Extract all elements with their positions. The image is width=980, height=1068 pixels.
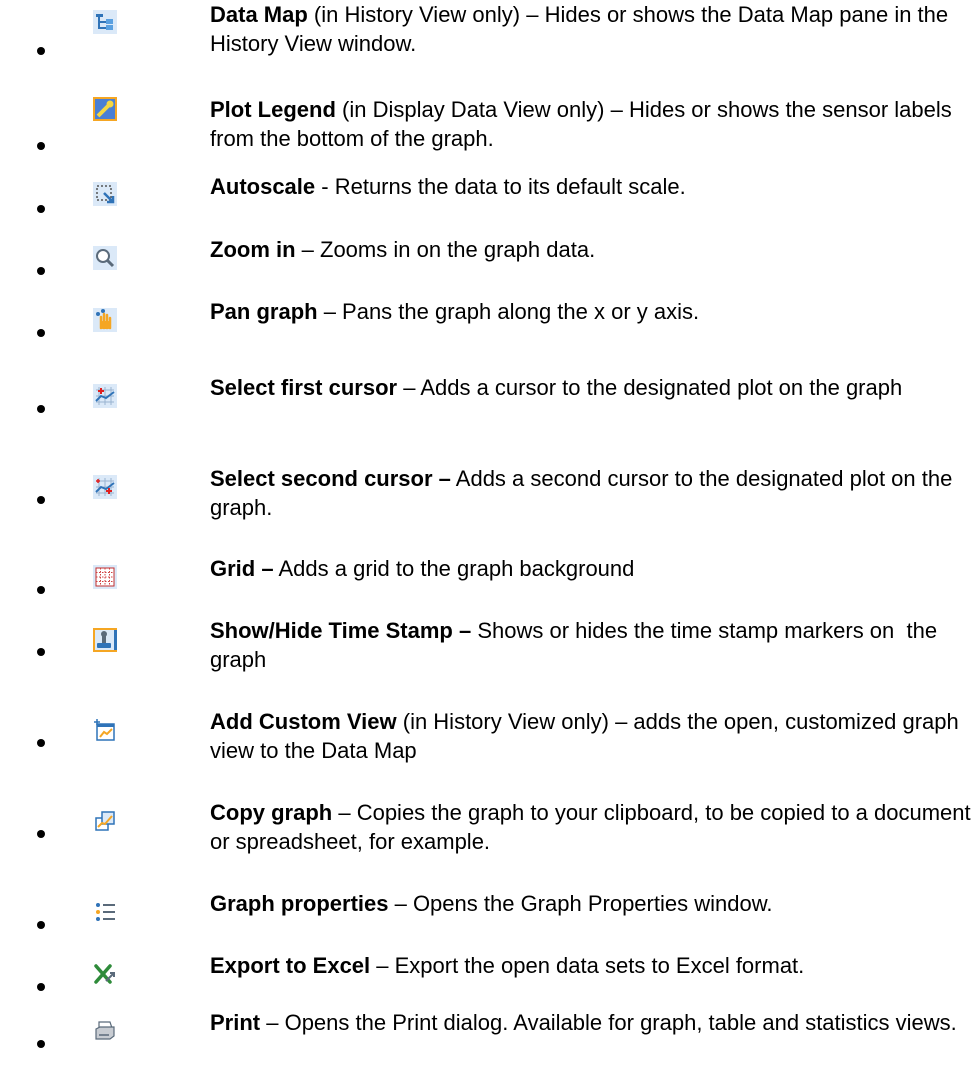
bullet bbox=[37, 1040, 45, 1048]
bullet bbox=[37, 405, 45, 413]
item-title: Pan graph bbox=[210, 299, 318, 324]
add-custom-view-icon bbox=[93, 718, 117, 742]
item-title: Copy graph bbox=[210, 800, 333, 825]
bullet bbox=[37, 329, 45, 337]
item-text: Graph properties – Opens the Graph Prope… bbox=[210, 889, 975, 918]
second-cursor-icon bbox=[93, 475, 117, 499]
item-text: Zoom in – Zooms in on the graph data. bbox=[210, 235, 975, 264]
item-description: – Opens the Print dialog. Available for … bbox=[260, 1010, 957, 1035]
item-text: Select first cursor – Adds a cursor to t… bbox=[210, 373, 975, 402]
item-qualifier: (in Display Data View only) bbox=[335, 97, 611, 122]
item-text: Pan graph – Pans the graph along the x o… bbox=[210, 297, 975, 326]
item-text: Autoscale - Returns the data to its defa… bbox=[210, 172, 975, 201]
item-description: – Export the open data sets to Excel for… bbox=[370, 953, 805, 978]
item-text: Grid – Adds a grid to the graph backgrou… bbox=[210, 554, 975, 583]
item-title: Autoscale bbox=[210, 174, 316, 199]
item-title: Graph properties bbox=[210, 891, 389, 916]
item-text: Copy graph – Copies the graph to your cl… bbox=[210, 798, 975, 856]
item-text: Export to Excel – Export the open data s… bbox=[210, 951, 975, 980]
item-description: – Pans the graph along the x or y axis. bbox=[317, 299, 700, 324]
autoscale-icon bbox=[93, 182, 117, 206]
item-title: Show/Hide Time Stamp – bbox=[210, 618, 472, 643]
item-text: Data Map (in History View only) – Hides … bbox=[210, 0, 975, 58]
item-qualifier: (in History View only) bbox=[307, 2, 527, 27]
bullet bbox=[37, 830, 45, 838]
item-text: Print – Opens the Print dialog. Availabl… bbox=[210, 1008, 975, 1037]
item-qualifier: (in History View only) bbox=[396, 709, 616, 734]
item-description: – Zooms in on the graph data. bbox=[295, 237, 596, 262]
bullet bbox=[37, 47, 45, 55]
bullet bbox=[37, 586, 45, 594]
item-description: – Adds a cursor to the designated plot o… bbox=[397, 375, 903, 400]
item-title: Export to Excel bbox=[210, 953, 371, 978]
item-description: - Returns the data to its default scale. bbox=[315, 174, 686, 199]
item-title: Zoom in bbox=[210, 237, 296, 262]
plot-legend-icon bbox=[93, 97, 117, 121]
item-description: – Opens the Graph Properties window. bbox=[388, 891, 773, 916]
bullet bbox=[37, 648, 45, 656]
toolbar-button-list: Data Map (in History View only) – Hides … bbox=[0, 0, 980, 1068]
item-text: Select second cursor – Adds a second cur… bbox=[210, 464, 975, 522]
copy-graph-icon bbox=[93, 809, 117, 833]
item-title: Plot Legend bbox=[210, 97, 336, 122]
item-title: Print bbox=[210, 1010, 261, 1035]
first-cursor-icon bbox=[93, 384, 117, 408]
bullet bbox=[37, 496, 45, 504]
bullet bbox=[37, 142, 45, 150]
print-icon bbox=[93, 1019, 117, 1043]
bullet bbox=[37, 267, 45, 275]
bullet bbox=[37, 205, 45, 213]
graph-properties-icon bbox=[93, 900, 117, 924]
grid-icon bbox=[93, 565, 117, 589]
item-title: Grid – bbox=[210, 556, 274, 581]
bullet bbox=[37, 983, 45, 991]
item-text: Plot Legend (in Display Data View only) … bbox=[210, 95, 975, 153]
item-title: Select second cursor – bbox=[210, 466, 451, 491]
pan-graph-icon bbox=[93, 308, 117, 332]
item-title: Select first cursor bbox=[210, 375, 398, 400]
bullet bbox=[37, 739, 45, 747]
zoom-in-icon bbox=[93, 246, 117, 270]
time-stamp-icon bbox=[93, 628, 117, 652]
item-title: Data Map bbox=[210, 2, 308, 27]
item-text: Add Custom View (in History View only) –… bbox=[210, 707, 975, 765]
item-description: Adds a grid to the graph background bbox=[273, 556, 635, 581]
item-title: Add Custom View bbox=[210, 709, 397, 734]
export-excel-icon bbox=[93, 962, 117, 986]
bullet bbox=[37, 921, 45, 929]
item-text: Show/Hide Time Stamp – Shows or hides th… bbox=[210, 616, 975, 674]
data-map-icon bbox=[93, 10, 117, 34]
